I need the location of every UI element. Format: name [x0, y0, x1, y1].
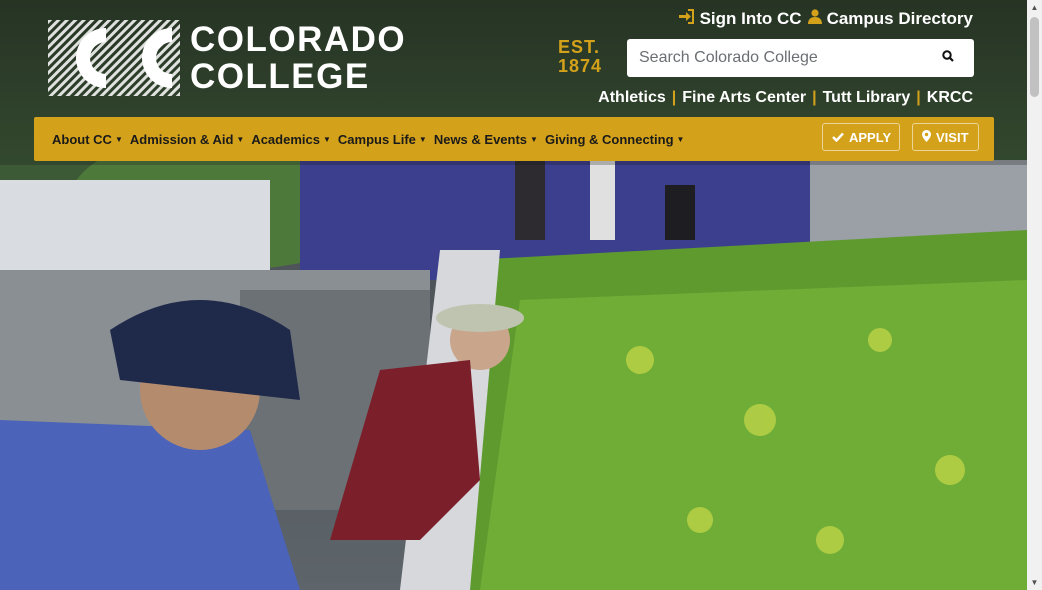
nav-item-label: Campus Life: [337, 131, 416, 147]
nav-item-campus-life[interactable]: Campus Life ▼: [338, 132, 427, 147]
quick-link-athletics[interactable]: Athletics: [598, 89, 666, 107]
caret-down-icon: ▼: [236, 135, 245, 144]
nav-item-about-cc[interactable]: About CC ▼: [52, 132, 123, 147]
nav-item-news-events[interactable]: News & Events ▼: [434, 132, 538, 147]
caret-down-icon: ▼: [418, 135, 427, 144]
nav-item-label: Giving & Connecting: [544, 131, 674, 147]
utility-links: Sign Into CC Campus Directory: [678, 9, 973, 29]
logo-wordmark: COLORADO COLLEGE: [190, 21, 406, 95]
scroll-up-icon[interactable]: ▲: [1027, 0, 1042, 15]
quick-links: Athletics | Fine Arts Center | Tutt Libr…: [598, 89, 973, 107]
scroll-down-icon[interactable]: ▼: [1027, 575, 1042, 590]
campus-directory-label: Campus Directory: [826, 9, 973, 28]
map-marker-icon: [922, 129, 931, 145]
search-button[interactable]: [922, 39, 974, 77]
college-logo[interactable]: COLORADO COLLEGE: [48, 20, 406, 96]
caret-down-icon: ▼: [322, 135, 331, 144]
est-label: EST.: [558, 37, 601, 57]
established-mark: EST. 1874: [558, 38, 602, 76]
quick-link-fine-arts-center[interactable]: Fine Arts Center: [682, 89, 806, 107]
nav-item-academics[interactable]: Academics ▼: [251, 132, 331, 147]
sign-in-link[interactable]: Sign Into CC: [678, 9, 802, 29]
nav-item-giving-connecting[interactable]: Giving & Connecting ▼: [545, 132, 684, 147]
quick-link-krcc[interactable]: KRCC: [927, 89, 973, 107]
apply-label: APPLY: [849, 129, 892, 145]
cc-logo-icon: [48, 20, 180, 96]
user-icon: [807, 9, 822, 29]
visit-label: VISIT: [936, 129, 969, 145]
est-year: 1874: [558, 56, 603, 76]
nav-item-admission-aid[interactable]: Admission & Aid ▼: [130, 132, 244, 147]
nav-item-label: Admission & Aid: [129, 131, 234, 147]
search-icon: [942, 49, 954, 67]
search-input[interactable]: [627, 40, 922, 76]
visit-button[interactable]: VISIT: [912, 123, 979, 151]
site-search: [627, 39, 974, 77]
separator: |: [671, 89, 677, 106]
logo-line-2: COLLEGE: [190, 57, 370, 96]
nav-item-label: About CC: [52, 131, 112, 147]
check-icon: [832, 130, 844, 145]
sign-in-icon: [678, 9, 695, 29]
nav-item-label: News & Events: [433, 131, 528, 147]
logo-line-1: COLORADO: [190, 20, 407, 59]
main-nav: About CC ▼ Admission & Aid ▼ Academics ▼ Ca…: [34, 117, 994, 161]
nav-item-label: Academics: [251, 131, 320, 147]
caret-down-icon: ▼: [530, 135, 538, 144]
separator: |: [916, 89, 921, 106]
separator: |: [812, 89, 817, 106]
scrollbar-thumb[interactable]: [1030, 17, 1039, 97]
campus-directory-link[interactable]: Campus Directory: [807, 9, 973, 29]
page-scrollbar[interactable]: ▲ ▼: [1027, 0, 1042, 590]
apply-button[interactable]: APPLY: [822, 123, 900, 151]
caret-down-icon: ▼: [676, 135, 685, 144]
quick-link-tutt-library[interactable]: Tutt Library: [823, 89, 911, 107]
sign-in-label: Sign Into CC: [699, 9, 802, 28]
caret-down-icon: ▼: [114, 135, 123, 144]
